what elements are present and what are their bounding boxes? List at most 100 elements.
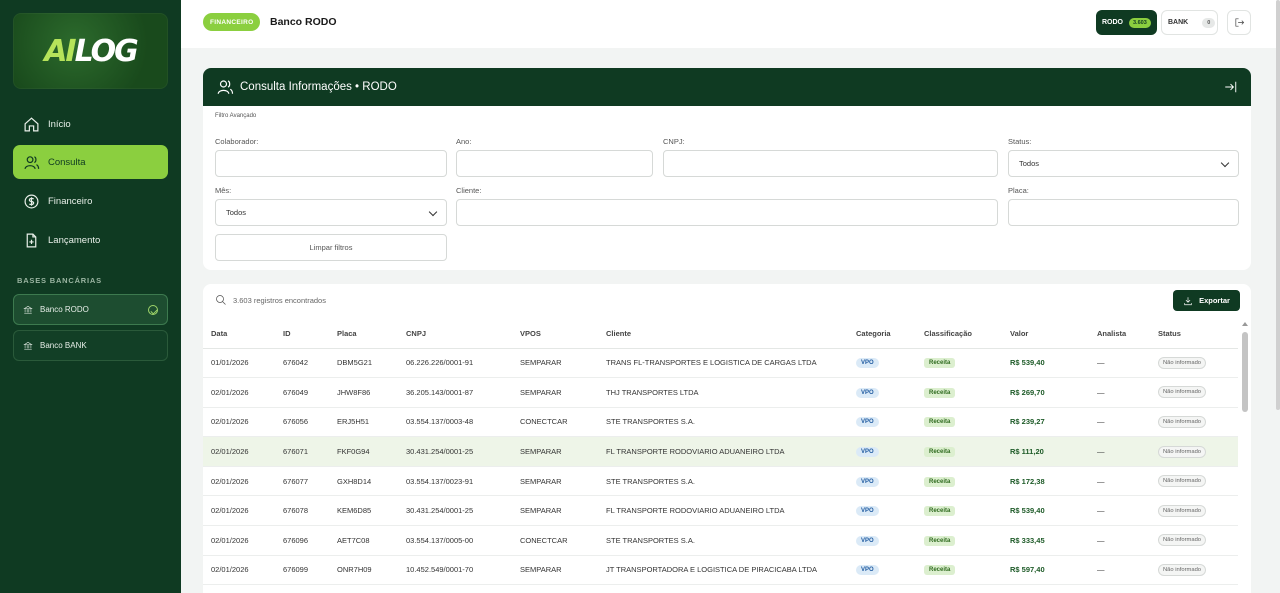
col-header-placa[interactable]: Placa: [337, 319, 406, 349]
col-header-vpos[interactable]: VPOS: [520, 319, 606, 349]
col-header-classificacao[interactable]: Classificação: [924, 319, 1010, 349]
table-row[interactable]: 02/01/2026 676049 JHW8F86 36.205.143/0001-8…: [203, 377, 1238, 408]
bank-item-label: Banco RODO: [40, 305, 89, 314]
table-cell: 676078: [283, 495, 337, 527]
status-badge: Não informado: [1158, 445, 1207, 458]
cell-data: 02/01/2026: [211, 476, 249, 486]
sidebar-item-inicio[interactable]: Início: [13, 107, 168, 141]
table-cell: R$ 269,70: [1010, 377, 1097, 408]
table-cell: Não informado: [1158, 377, 1238, 408]
table-cell: —: [1097, 466, 1158, 497]
categoria-badge: VPO: [856, 565, 879, 576]
table-cell: KEM6D85: [337, 495, 406, 527]
cell-valor: R$ 269,70: [1010, 387, 1045, 397]
table-cell: ONR7H09: [337, 555, 406, 586]
table-cell: STE TRANSPORTES S.A.: [606, 466, 856, 497]
table-cell: 02/01/2026: [203, 466, 283, 497]
classificacao-badge: Receita: [924, 358, 956, 369]
export-label: Exportar: [1199, 296, 1230, 305]
cell-data: 02/01/2026: [211, 565, 249, 575]
cell-cnpj: 10.452.549/0001-70: [406, 565, 474, 575]
base-switch-bank[interactable]: BANK 0: [1161, 10, 1218, 35]
bank-item-rodo[interactable]: Banco RODO: [13, 294, 168, 325]
cell-cliente: TRANS FL-TRANSPORTES E LOGISTICA DE CARG…: [606, 358, 817, 368]
sidebar-item-financeiro[interactable]: Financeiro: [13, 184, 168, 218]
page-scrollbar[interactable]: [1276, 0, 1280, 410]
classificacao-badge: Receita: [924, 476, 956, 487]
status-badge: Não informado: [1158, 563, 1207, 576]
table-cell: VPO: [856, 525, 924, 556]
cell-id: 676077: [283, 476, 309, 486]
cell-cnpj: 30.431.254/0001-25: [406, 506, 474, 516]
table-cell: 676049: [283, 377, 337, 408]
col-header-cnpj[interactable]: CNPJ: [406, 319, 520, 349]
table-row[interactable]: 02/01/2026 676071 FKF0G94 30.431.254/0001-2…: [203, 436, 1238, 467]
cell-vpos: SEMPARAR: [520, 387, 562, 397]
table-scrollbar[interactable]: [1241, 319, 1249, 593]
table-cell: THJ TRANSPORTES LTDA: [606, 377, 856, 408]
table-row[interactable]: 01/01/2026 676042 DBM5G21 06.226.226/0001-9…: [203, 348, 1238, 379]
cell-analista: —: [1097, 447, 1105, 457]
table-cell: FL TRANSPORTE RODOVIARIO ADUANEIRO LTDA: [606, 495, 856, 527]
scroll-thumb[interactable]: [1242, 332, 1248, 412]
status-badge: Não informado: [1158, 534, 1207, 547]
col-header-data[interactable]: Data: [203, 319, 283, 349]
table-row[interactable]: 02/01/2026 676077 GXH8D14 03.554.137/0023-9…: [203, 466, 1238, 497]
cnpj-input[interactable]: [663, 150, 998, 177]
col-header-id[interactable]: ID: [283, 319, 337, 349]
sidebar-item-lancamento[interactable]: Lançamento: [13, 223, 168, 257]
classificacao-badge: Receita: [924, 565, 956, 576]
status-select[interactable]: Todos: [1008, 150, 1239, 177]
table-cell: ERJ5H51: [337, 407, 406, 438]
sidebar-item-consulta[interactable]: Consulta: [13, 145, 168, 179]
results-table: Data ID Placa CNPJ VPOS Cliente Categori…: [203, 319, 1238, 586]
cell-placa: JHW8F86: [337, 387, 371, 397]
bank-item-bank[interactable]: Banco BANK: [13, 330, 168, 361]
table-cell: STE TRANSPORTES S.A.: [606, 407, 856, 438]
table-cell: GXH8D14: [337, 466, 406, 497]
cell-cliente: JT TRANSPORTADORA E LOGISTICA DE PIRACIC…: [606, 565, 818, 575]
table-cell: SEMPARAR: [520, 495, 606, 527]
scroll-up-icon[interactable]: [1242, 322, 1248, 326]
cell-cnpj: 03.554.137/0005-00: [406, 535, 474, 545]
col-header-valor[interactable]: Valor: [1010, 319, 1097, 349]
table-row[interactable]: 02/01/2026 676056 ERJ5H51 03.554.137/0003-4…: [203, 407, 1238, 438]
exit-icon[interactable]: [1223, 80, 1238, 94]
col-header-analista[interactable]: Analista: [1097, 319, 1158, 349]
user-icon: [24, 155, 40, 169]
col-header-cliente[interactable]: Cliente: [606, 319, 856, 349]
cliente-input[interactable]: [456, 199, 998, 226]
table-cell: CONECTCAR: [520, 525, 606, 556]
clear-filters-button[interactable]: Limpar filtros: [215, 234, 447, 261]
ano-label: Ano:: [456, 137, 472, 146]
table-cell: SEMPARAR: [520, 377, 606, 408]
table-row[interactable]: 02/01/2026 676096 AET7C08 03.554.137/0005-0…: [203, 525, 1238, 556]
colaborador-input[interactable]: [215, 150, 447, 177]
ano-input[interactable]: [456, 150, 653, 177]
table-row[interactable]: 02/01/2026 676099 ONR7H09 10.452.549/0001-7…: [203, 555, 1238, 586]
check-circle-icon: [148, 305, 158, 315]
table-cell: SEMPARAR: [520, 436, 606, 467]
table-cell: 676042: [283, 348, 337, 379]
table-cell: Receita: [924, 525, 1010, 556]
cell-cliente: FL TRANSPORTE RODOVIARIO ADUANEIRO LTDA: [606, 506, 785, 516]
classificacao-badge: Receita: [924, 417, 956, 428]
base-switch-label: BANK: [1168, 19, 1189, 26]
table-cell: —: [1097, 525, 1158, 556]
col-header-categoria[interactable]: Categoria: [856, 319, 924, 349]
cell-placa: KEM6D85: [337, 506, 372, 516]
cell-cliente: STE TRANSPORTES S.A.: [606, 417, 695, 427]
card-header: Consulta Informações • RODO: [203, 68, 1251, 106]
cell-vpos: SEMPARAR: [520, 476, 562, 486]
logout-button[interactable]: [1227, 10, 1251, 35]
cell-id: 676042: [283, 358, 309, 368]
table-row[interactable]: 02/01/2026 676078 KEM6D85 30.431.254/0001-2…: [203, 495, 1238, 527]
table-cell: Receita: [924, 555, 1010, 586]
col-header-status[interactable]: Status: [1158, 319, 1238, 349]
base-switch-rodo[interactable]: RODO 3.603: [1096, 10, 1157, 35]
mes-select[interactable]: Todos: [215, 199, 447, 226]
table-cell: —: [1097, 495, 1158, 527]
export-button[interactable]: Exportar: [1173, 290, 1240, 311]
categoria-badge: VPO: [856, 535, 879, 546]
placa-input[interactable]: [1008, 199, 1239, 226]
